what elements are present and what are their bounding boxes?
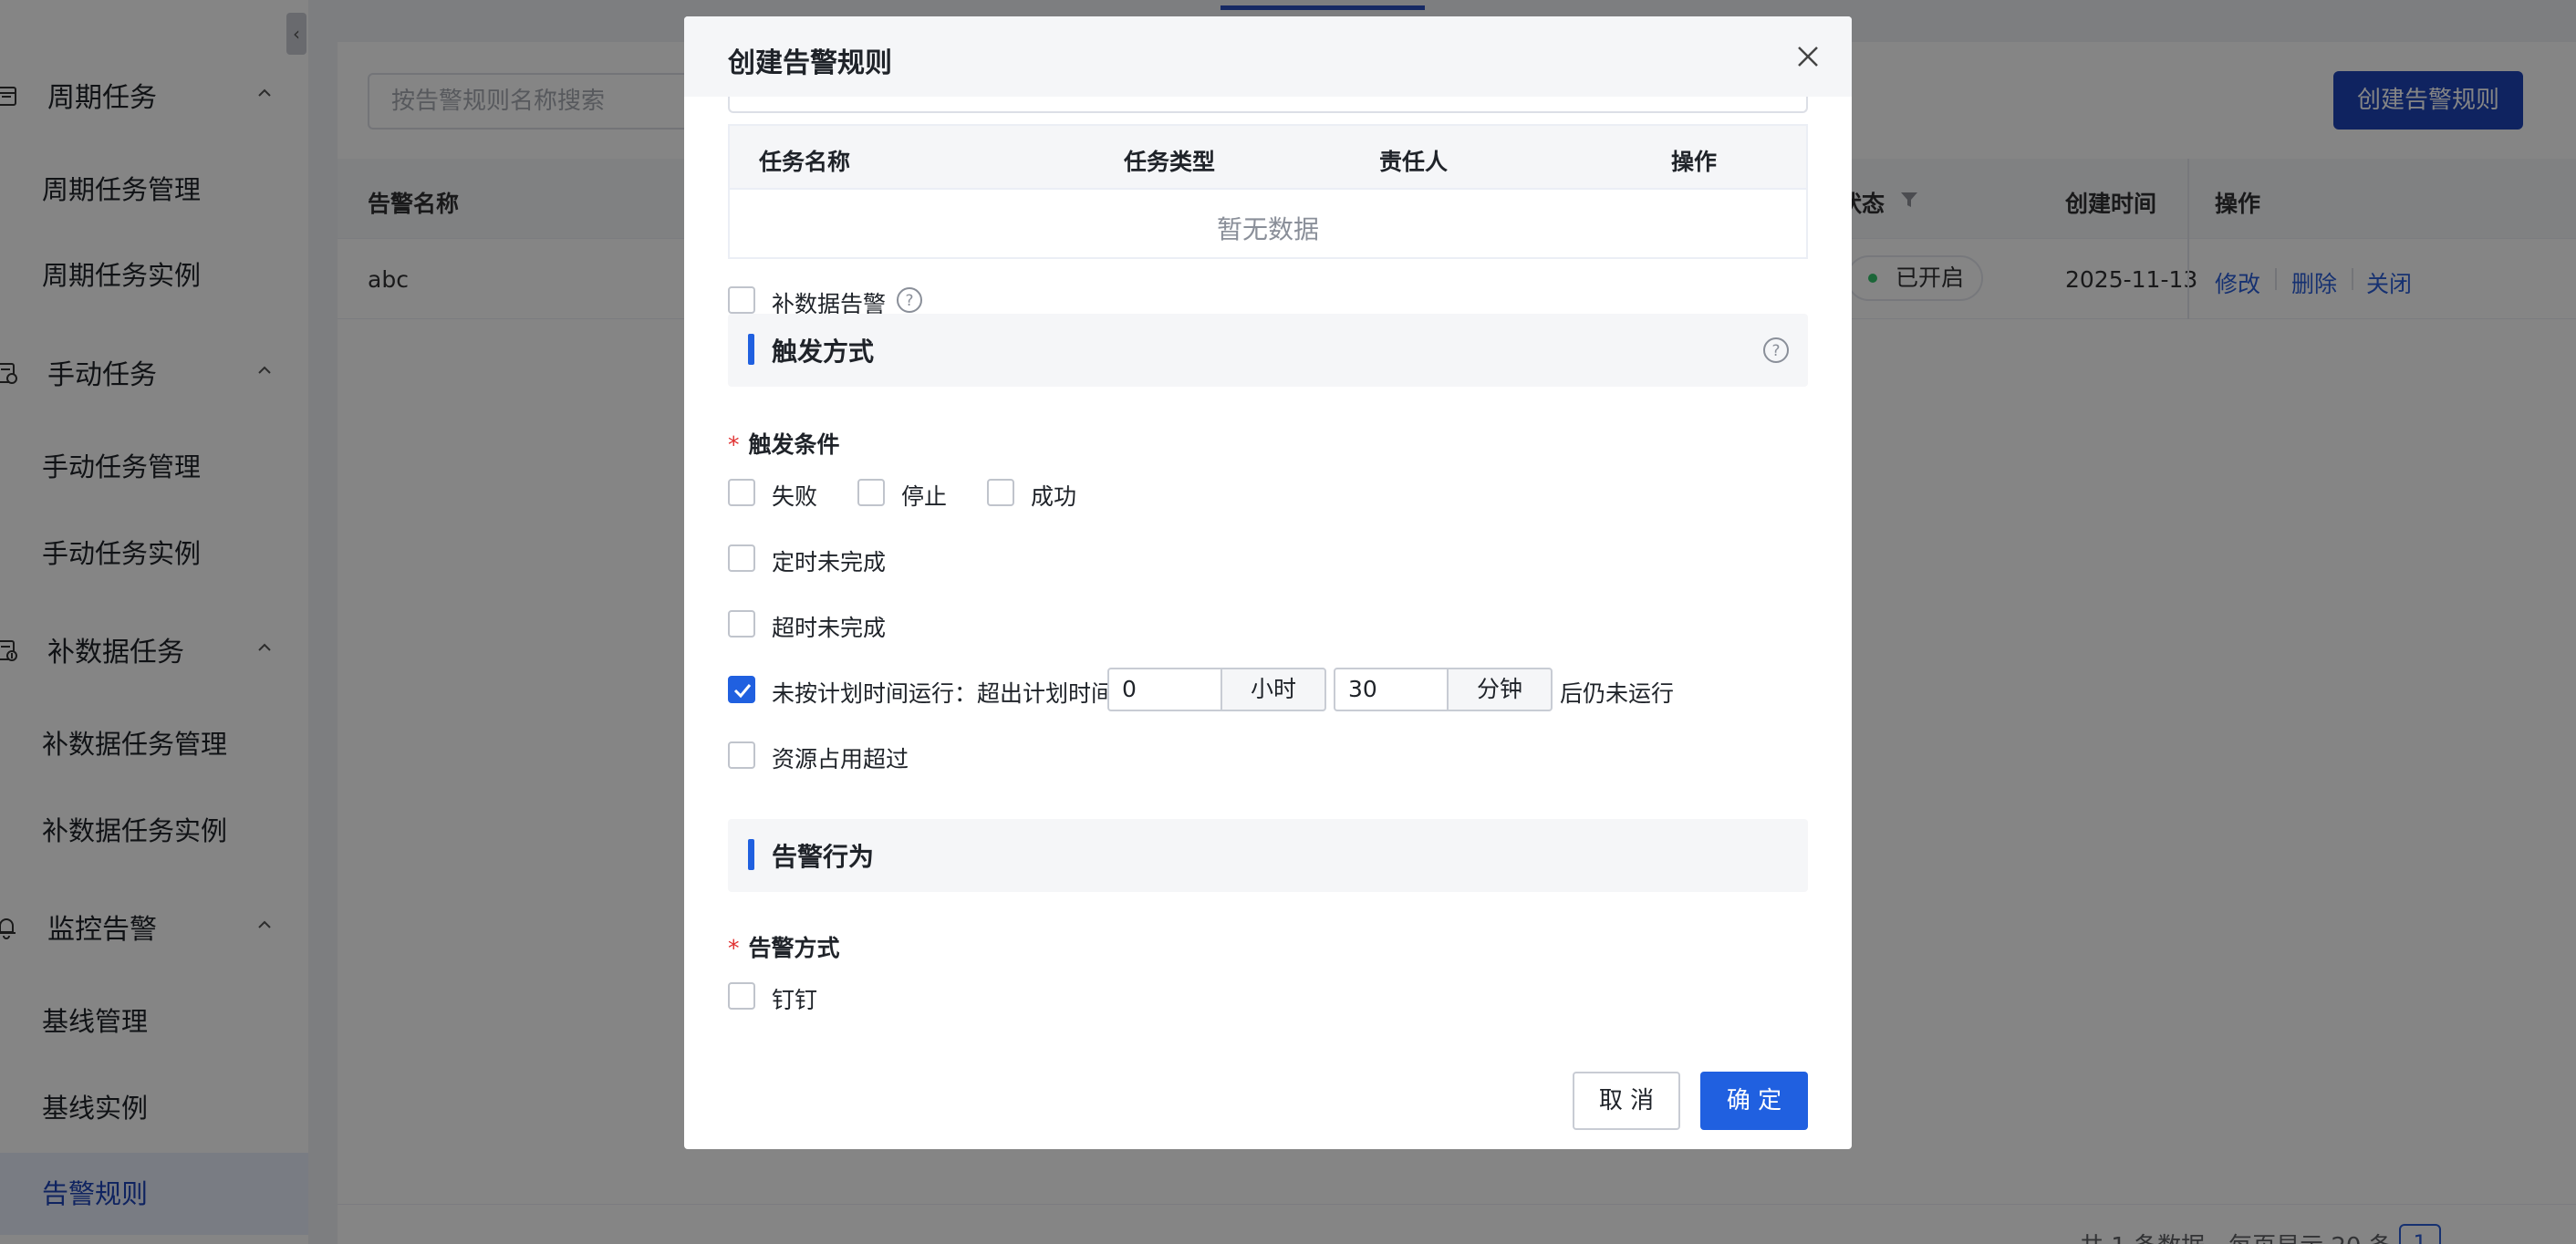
timeout-incomplete-label: 超时未完成 (772, 615, 887, 641)
svg-text:?: ? (1771, 342, 1780, 360)
not-run-on-schedule-checkbox[interactable] (728, 676, 755, 703)
section-accent-bar (748, 334, 754, 365)
close-icon[interactable] (1793, 42, 1823, 71)
hours-input[interactable]: 0 (1107, 668, 1224, 711)
help-icon[interactable]: ? (896, 286, 923, 314)
resource-over-checkbox[interactable] (728, 741, 755, 769)
minutes-input[interactable]: 30 (1334, 668, 1450, 711)
trigger-condition-text: 触发条件 (748, 431, 840, 458)
not-run-on-schedule-label: 未按计划时间运行：超出计划时间 (772, 680, 1115, 707)
trigger-condition-label: * 触发条件 (728, 427, 840, 460)
stopped-checkbox[interactable] (857, 479, 885, 506)
cancel-button[interactable]: 取 消 (1573, 1072, 1680, 1130)
alert-action-section-header: 告警行为 (728, 819, 1808, 892)
trigger-section-header: 触发方式 ? (728, 314, 1808, 387)
minutes-unit: 分钟 (1447, 668, 1553, 711)
alert-method-text: 告警方式 (748, 935, 840, 961)
confirm-button[interactable]: 确 定 (1700, 1072, 1808, 1130)
failed-checkbox[interactable] (728, 479, 755, 506)
column-header-owner: 责任人 (1379, 149, 1449, 175)
failed-label: 失败 (772, 483, 818, 510)
scheduled-incomplete-label: 定时未完成 (772, 549, 887, 575)
success-label: 成功 (1031, 483, 1077, 510)
required-mark: * (728, 935, 740, 961)
hours-unit: 小时 (1220, 668, 1326, 711)
create-alert-rule-dialog: 创建告警规则 任务名称 任务类型 责任人 操作 暂无数据 补数据告警 ? 触发方… (684, 16, 1852, 1149)
dialog-footer: 取 消 确 定 (684, 1072, 1852, 1149)
dialog-title: 创建告警规则 (728, 47, 892, 79)
scheduled-incomplete-checkbox[interactable] (728, 544, 755, 572)
alert-method-label: * 告警方式 (728, 930, 840, 963)
stopped-label: 停止 (901, 483, 948, 510)
not-run-suffix: 后仍未运行 (1560, 680, 1675, 707)
timeout-incomplete-checkbox[interactable] (728, 610, 755, 638)
section-title: 触发方式 (772, 337, 875, 367)
section-accent-bar (748, 839, 754, 870)
dialog-header: 创建告警规则 (684, 16, 1852, 97)
task-select-field-edge (728, 97, 1808, 113)
dialog-body[interactable]: 任务名称 任务类型 责任人 操作 暂无数据 补数据告警 ? 触发方式 ? * 触发… (684, 97, 1852, 1073)
required-mark: * (728, 431, 740, 458)
task-table: 任务名称 任务类型 责任人 操作 暂无数据 (728, 124, 1808, 259)
column-header-task-name: 任务名称 (759, 149, 851, 175)
section-title: 告警行为 (772, 842, 875, 872)
help-icon[interactable]: ? (1762, 337, 1790, 364)
empty-state-text: 暂无数据 (1216, 214, 1319, 244)
success-checkbox[interactable] (987, 479, 1014, 506)
dingtalk-checkbox[interactable] (728, 982, 755, 1010)
column-header-operation: 操作 (1671, 149, 1718, 175)
dingtalk-label: 钉钉 (772, 987, 818, 1013)
column-header-task-type: 任务类型 (1124, 149, 1216, 175)
resource-over-label: 资源占用超过 (772, 746, 909, 772)
backfill-alert-checkbox[interactable] (728, 286, 755, 314)
svg-text:?: ? (905, 292, 913, 310)
task-table-header: 任务名称 任务类型 责任人 操作 (730, 126, 1806, 190)
checkmark-icon (733, 684, 752, 699)
